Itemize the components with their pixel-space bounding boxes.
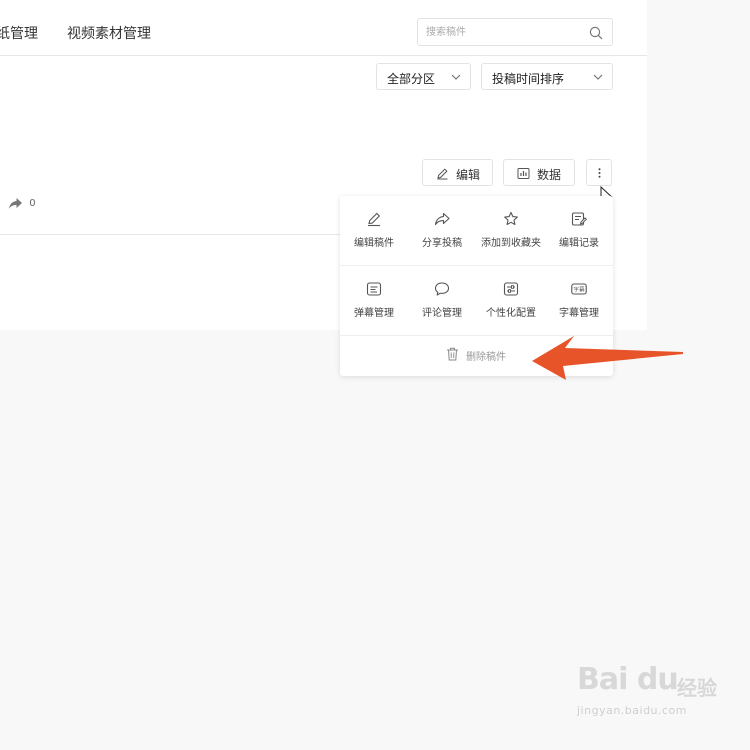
search-input[interactable] (426, 24, 576, 40)
menu-item-personalization[interactable]: 个性化配置 (477, 266, 545, 335)
bar-chart-icon (517, 168, 530, 179)
more-button[interactable] (586, 159, 612, 186)
share-count: 0 (29, 198, 36, 209)
star-icon (504, 211, 518, 226)
menu-item-edit-manuscript[interactable]: 编辑稿件 (340, 196, 408, 265)
annotation-arrow (532, 336, 683, 380)
comment-icon (434, 282, 450, 296)
menu-item-label: 评论管理 (422, 308, 462, 319)
settings-sliders-icon (503, 282, 519, 296)
sort-select-label: 投稿时间排序 (492, 72, 565, 86)
more-vertical-icon (598, 168, 601, 178)
search-icon[interactable] (589, 26, 603, 40)
data-button[interactable]: 数据 (503, 159, 575, 186)
delete-label: 删除稿件 (466, 352, 506, 363)
sort-select[interactable]: 投稿时间排序 (481, 63, 613, 90)
edit-record-icon (571, 212, 587, 226)
pencil-icon (368, 212, 381, 227)
area-select[interactable]: 全部分区 (376, 63, 471, 90)
menu-item-label: 弹幕管理 (354, 308, 394, 319)
edit-button-label: 编辑 (456, 168, 481, 182)
share-icon (434, 212, 450, 226)
menu-item-subtitle-management[interactable]: 字幕 字幕管理 (545, 266, 613, 335)
pencil-icon (437, 168, 448, 180)
tab-manuscript-management[interactable]: 纸管理 (0, 23, 38, 43)
menu-item-label: 个性化配置 (486, 308, 536, 319)
subtitle-icon: 字幕 (571, 283, 587, 295)
header-divider (0, 55, 647, 56)
search-box[interactable] (417, 18, 613, 46)
share-stat: 0 (8, 197, 36, 210)
baidu-jingyan-watermark: Bai du 经验 jingyan.baidu.com (575, 662, 717, 722)
data-button-label: 数据 (537, 168, 562, 182)
menu-item-label: 添加到收藏夹 (481, 238, 541, 249)
menu-item-comment-management[interactable]: 评论管理 (408, 266, 476, 335)
watermark-logo: Bai du (577, 662, 679, 697)
menu-item-label: 编辑记录 (559, 238, 599, 249)
edit-button[interactable]: 编辑 (422, 159, 493, 186)
menu-row: 弹幕管理 评论管理 个性化配置 字幕 字幕管理 (340, 266, 613, 335)
menu-item-edit-history[interactable]: 编辑记录 (545, 196, 613, 265)
row-divider (0, 234, 340, 235)
tab-video-material-management[interactable]: 视频素材管理 (67, 23, 151, 43)
menu-item-share[interactable]: 分享投稿 (408, 196, 476, 265)
watermark-url: jingyan.baidu.com (577, 704, 688, 717)
trash-icon (447, 347, 458, 361)
area-select-label: 全部分区 (387, 72, 436, 86)
watermark-cn: 经验 (677, 676, 717, 700)
menu-item-label: 字幕管理 (559, 308, 599, 319)
danmaku-icon (366, 282, 382, 296)
menu-item-danmaku-management[interactable]: 弹幕管理 (340, 266, 408, 335)
menu-item-add-to-favorites[interactable]: 添加到收藏夹 (477, 196, 545, 265)
menu-row: 编辑稿件 分享投稿 添加到收藏夹 编辑记录 (340, 196, 613, 265)
share-arrow-icon (9, 198, 22, 209)
subtitle-icon-text: 字幕 (573, 286, 585, 294)
chevron-down-icon (593, 74, 603, 80)
menu-item-label: 分享投稿 (422, 238, 462, 249)
menu-item-label: 编辑稿件 (354, 238, 394, 249)
chevron-down-icon (451, 74, 461, 80)
